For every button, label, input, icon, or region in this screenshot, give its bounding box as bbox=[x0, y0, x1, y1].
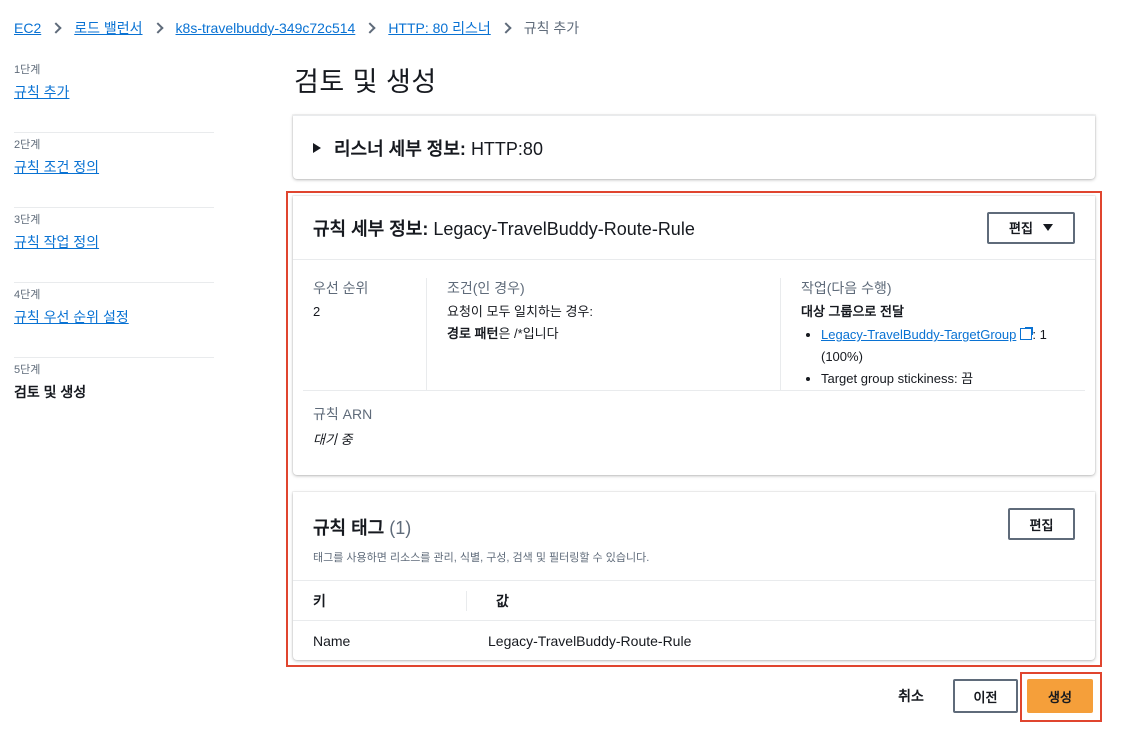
edit-dropdown-label: 편집 bbox=[1009, 221, 1033, 236]
caret-down-icon bbox=[1042, 224, 1053, 231]
rule-tags-panel: 규칙 태그 (1) 태그를 사용하면 리소스를 관리, 식별, 구성, 검색 및… bbox=[293, 492, 1095, 660]
breadcrumb-current: 규칙 추가 bbox=[523, 20, 580, 36]
breadcrumb-ec2[interactable]: EC2 bbox=[14, 20, 41, 36]
listener-details-value: HTTP:80 bbox=[470, 138, 543, 159]
cancel-button[interactable]: 취소 bbox=[886, 679, 936, 713]
step-link-define-actions[interactable]: 규칙 작업 정의 bbox=[14, 232, 99, 252]
rule-details-label: 규칙 세부 정보: bbox=[313, 218, 429, 239]
rule-name: Legacy-TravelBuddy-Route-Rule bbox=[433, 218, 695, 239]
list-item: Legacy-TravelBuddy-TargetGroup : 1 (100%) bbox=[821, 324, 1075, 368]
action-label: 작업(다음 수행) bbox=[801, 280, 892, 296]
list-item: Target group stickiness: 끔 bbox=[821, 368, 1075, 390]
target-group-percent: (100%) bbox=[821, 349, 863, 364]
tags-table: 키 값 Name Legacy-TravelBuddy-Route-Rule bbox=[293, 580, 1095, 661]
step-number: 3단계 bbox=[14, 214, 41, 226]
rule-arn-block: 규칙 ARN 대기 중 bbox=[293, 391, 1095, 448]
step-link-add-rule[interactable]: 규칙 추가 bbox=[14, 82, 69, 102]
listener-details-label: 리스너 세부 정보: bbox=[334, 138, 466, 159]
breadcrumb-listener[interactable]: HTTP: 80 리스너 bbox=[388, 18, 490, 38]
rule-arn-label: 규칙 ARN bbox=[313, 406, 373, 422]
action-title: 대상 그룹으로 전달 bbox=[801, 304, 904, 319]
step-3: 3단계 규칙 작업 정의 bbox=[14, 208, 214, 283]
priority-column: 우선 순위 2 bbox=[313, 278, 427, 390]
chevron-right-icon bbox=[151, 22, 164, 34]
column-header-key: 키 bbox=[293, 580, 466, 621]
listener-details-expander[interactable]: 리스너 세부 정보: HTTP:80 bbox=[293, 115, 1095, 179]
breadcrumb-load-balancers[interactable]: 로드 밸런서 bbox=[74, 18, 142, 38]
rule-details-header: 규칙 세부 정보: Legacy-TravelBuddy-Route-Rule … bbox=[293, 196, 1095, 260]
condition-intro: 요청이 모두 일치하는 경우: bbox=[447, 304, 594, 319]
chevron-right-icon bbox=[50, 22, 62, 34]
rule-tags-title: 규칙 태그 (1) bbox=[313, 514, 649, 540]
edit-tags-button[interactable]: 편집 bbox=[1008, 508, 1075, 540]
step-1: 1단계 규칙 추가 bbox=[14, 58, 214, 133]
breadcrumb-load-balancer[interactable]: k8s-travelbuddy-349c72c514 bbox=[176, 20, 356, 36]
priority-value: 2 bbox=[313, 304, 321, 319]
step-5: 5단계 검토 및 생성 bbox=[14, 358, 214, 433]
wizard-steps: 1단계 규칙 추가 2단계 규칙 조건 정의 3단계 규칙 작업 정의 4단계 … bbox=[14, 58, 214, 433]
step-number: 2단계 bbox=[14, 139, 41, 151]
tag-key: Name bbox=[313, 632, 351, 649]
rule-tags-heading: 규칙 태그 (1) 태그를 사용하면 리소스를 관리, 식별, 구성, 검색 및… bbox=[313, 512, 649, 565]
condition-label: 조건(인 경우) bbox=[447, 280, 525, 296]
step-number: 4단계 bbox=[14, 289, 41, 301]
condition-column: 조건(인 경우) 요청이 모두 일치하는 경우: 경로 패턴은 /*입니다 bbox=[447, 278, 781, 390]
page-title: 검토 및 생성 bbox=[294, 67, 437, 97]
listener-details-title: 리스너 세부 정보: HTTP:80 bbox=[334, 135, 543, 161]
table-header-row: 키 값 bbox=[293, 580, 1095, 621]
step-2: 2단계 규칙 조건 정의 bbox=[14, 133, 214, 208]
step-current-review: 검토 및 생성 bbox=[14, 384, 87, 400]
table-row: Name Legacy-TravelBuddy-Route-Rule bbox=[293, 621, 1095, 661]
rule-tags-label: 규칙 태그 bbox=[313, 518, 385, 538]
target-group-link[interactable]: Legacy-TravelBuddy-TargetGroup bbox=[821, 327, 1016, 342]
breadcrumb: EC2 로드 밸런서 k8s-travelbuddy-349c72c514 HT… bbox=[14, 18, 579, 38]
edit-dropdown-button[interactable]: 편집 bbox=[987, 211, 1075, 244]
target-group-weight: : 1 bbox=[1032, 327, 1047, 342]
chevron-right-icon bbox=[500, 22, 512, 34]
condition-path-label: 경로 패턴 bbox=[447, 326, 499, 341]
rule-tags-description: 태그를 사용하면 리소스를 관리, 식별, 구성, 검색 및 필터링할 수 있습… bbox=[313, 552, 650, 564]
step-link-set-priority[interactable]: 규칙 우선 순위 설정 bbox=[14, 307, 129, 327]
condition-path-value: 은 /*입니다 bbox=[498, 326, 559, 341]
action-list: Legacy-TravelBuddy-TargetGroup : 1 (100%)… bbox=[801, 324, 1075, 390]
rule-details-panel: 규칙 세부 정보: Legacy-TravelBuddy-Route-Rule … bbox=[293, 196, 1095, 475]
step-4: 4단계 규칙 우선 순위 설정 bbox=[14, 283, 214, 358]
rule-tags-count: (1) bbox=[389, 518, 412, 538]
previous-button[interactable]: 이전 bbox=[953, 679, 1018, 713]
action-column: 작업(다음 수행) 대상 그룹으로 전달 Legacy-TravelBuddy-… bbox=[801, 278, 1075, 390]
rule-tags-header: 규칙 태그 (1) 태그를 사용하면 리소스를 관리, 식별, 구성, 검색 및… bbox=[293, 492, 1095, 580]
step-link-define-conditions[interactable]: 규칙 조건 정의 bbox=[14, 157, 99, 177]
caret-right-icon bbox=[313, 142, 321, 153]
stickiness-text: Target group stickiness: 끔 bbox=[821, 371, 974, 386]
rule-details-columns: 우선 순위 2 조건(인 경우) 요청이 모두 일치하는 경우: 경로 패턴은 … bbox=[293, 260, 1095, 390]
step-number: 1단계 bbox=[14, 64, 41, 76]
step-number: 5단계 bbox=[14, 364, 41, 376]
priority-label: 우선 순위 bbox=[313, 280, 369, 296]
condition-path: 경로 패턴은 /*입니다 bbox=[447, 325, 780, 342]
chevron-right-icon bbox=[364, 22, 376, 34]
rule-details-title: 규칙 세부 정보: Legacy-TravelBuddy-Route-Rule bbox=[313, 215, 695, 241]
column-header-value: 값 bbox=[466, 580, 1095, 621]
wizard-footer: 취소 이전 생성 bbox=[0, 679, 1122, 713]
external-link-icon bbox=[1020, 327, 1034, 340]
rule-arn-value: 대기 중 bbox=[313, 432, 353, 447]
highlight-create-button bbox=[1020, 672, 1102, 722]
tag-value: Legacy-TravelBuddy-Route-Rule bbox=[488, 632, 692, 649]
